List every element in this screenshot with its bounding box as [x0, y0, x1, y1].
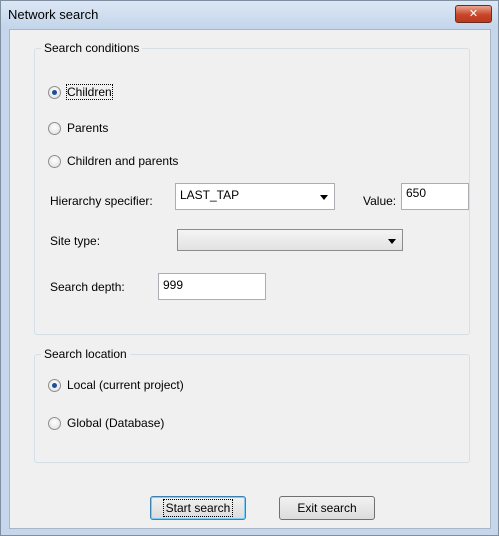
window-title: Network search [8, 7, 99, 22]
exit-search-label: Exit search [297, 501, 357, 515]
radio-children-and-parents-label[interactable]: Children and parents [67, 154, 178, 168]
chevron-down-icon [388, 239, 396, 244]
radio-global[interactable]: Global (Database) [48, 414, 164, 432]
radio-children[interactable]: Children [48, 83, 113, 101]
search-depth-label: Search depth: [50, 280, 125, 294]
radio-local[interactable]: Local (current project) [48, 376, 184, 394]
title-bar[interactable]: Network search ✕ [1, 1, 498, 29]
radio-parents-button[interactable] [48, 121, 61, 135]
radio-children-button[interactable] [48, 85, 61, 99]
value-label: Value: [363, 194, 397, 208]
search-depth-field[interactable]: 999 [158, 273, 266, 300]
close-button[interactable]: ✕ [455, 5, 492, 23]
radio-local-button[interactable] [48, 378, 61, 392]
dialog-client-area: Search conditions Children Parents Child… [9, 29, 491, 529]
start-search-label: Start search [162, 499, 234, 517]
radio-children-and-parents[interactable]: Children and parents [48, 152, 178, 170]
site-type-dropdown[interactable] [177, 229, 403, 251]
radio-parents[interactable]: Parents [48, 119, 108, 137]
network-search-window: Network search ✕ Search conditions Child… [0, 0, 499, 536]
chevron-down-icon [320, 195, 328, 200]
search-location-group: Search location [34, 347, 470, 463]
site-type-label: Site type: [50, 234, 101, 248]
exit-search-button[interactable]: Exit search [279, 496, 375, 520]
hierarchy-specifier-value: LAST_TAP [180, 188, 240, 202]
value-field[interactable]: 650 [401, 183, 469, 210]
radio-local-label[interactable]: Local (current project) [67, 378, 184, 392]
radio-parents-label[interactable]: Parents [67, 121, 108, 135]
search-location-legend: Search location [41, 347, 130, 361]
start-search-button[interactable]: Start search [150, 496, 246, 520]
hierarchy-specifier-label: Hierarchy specifier: [50, 194, 153, 208]
radio-children-label[interactable]: Children [66, 84, 113, 100]
hierarchy-specifier-dropdown[interactable]: LAST_TAP [175, 183, 335, 210]
radio-children-and-parents-button[interactable] [48, 154, 61, 168]
close-icon: ✕ [468, 7, 479, 20]
radio-global-label[interactable]: Global (Database) [67, 416, 164, 430]
search-conditions-legend: Search conditions [41, 41, 143, 55]
radio-global-button[interactable] [48, 416, 61, 430]
